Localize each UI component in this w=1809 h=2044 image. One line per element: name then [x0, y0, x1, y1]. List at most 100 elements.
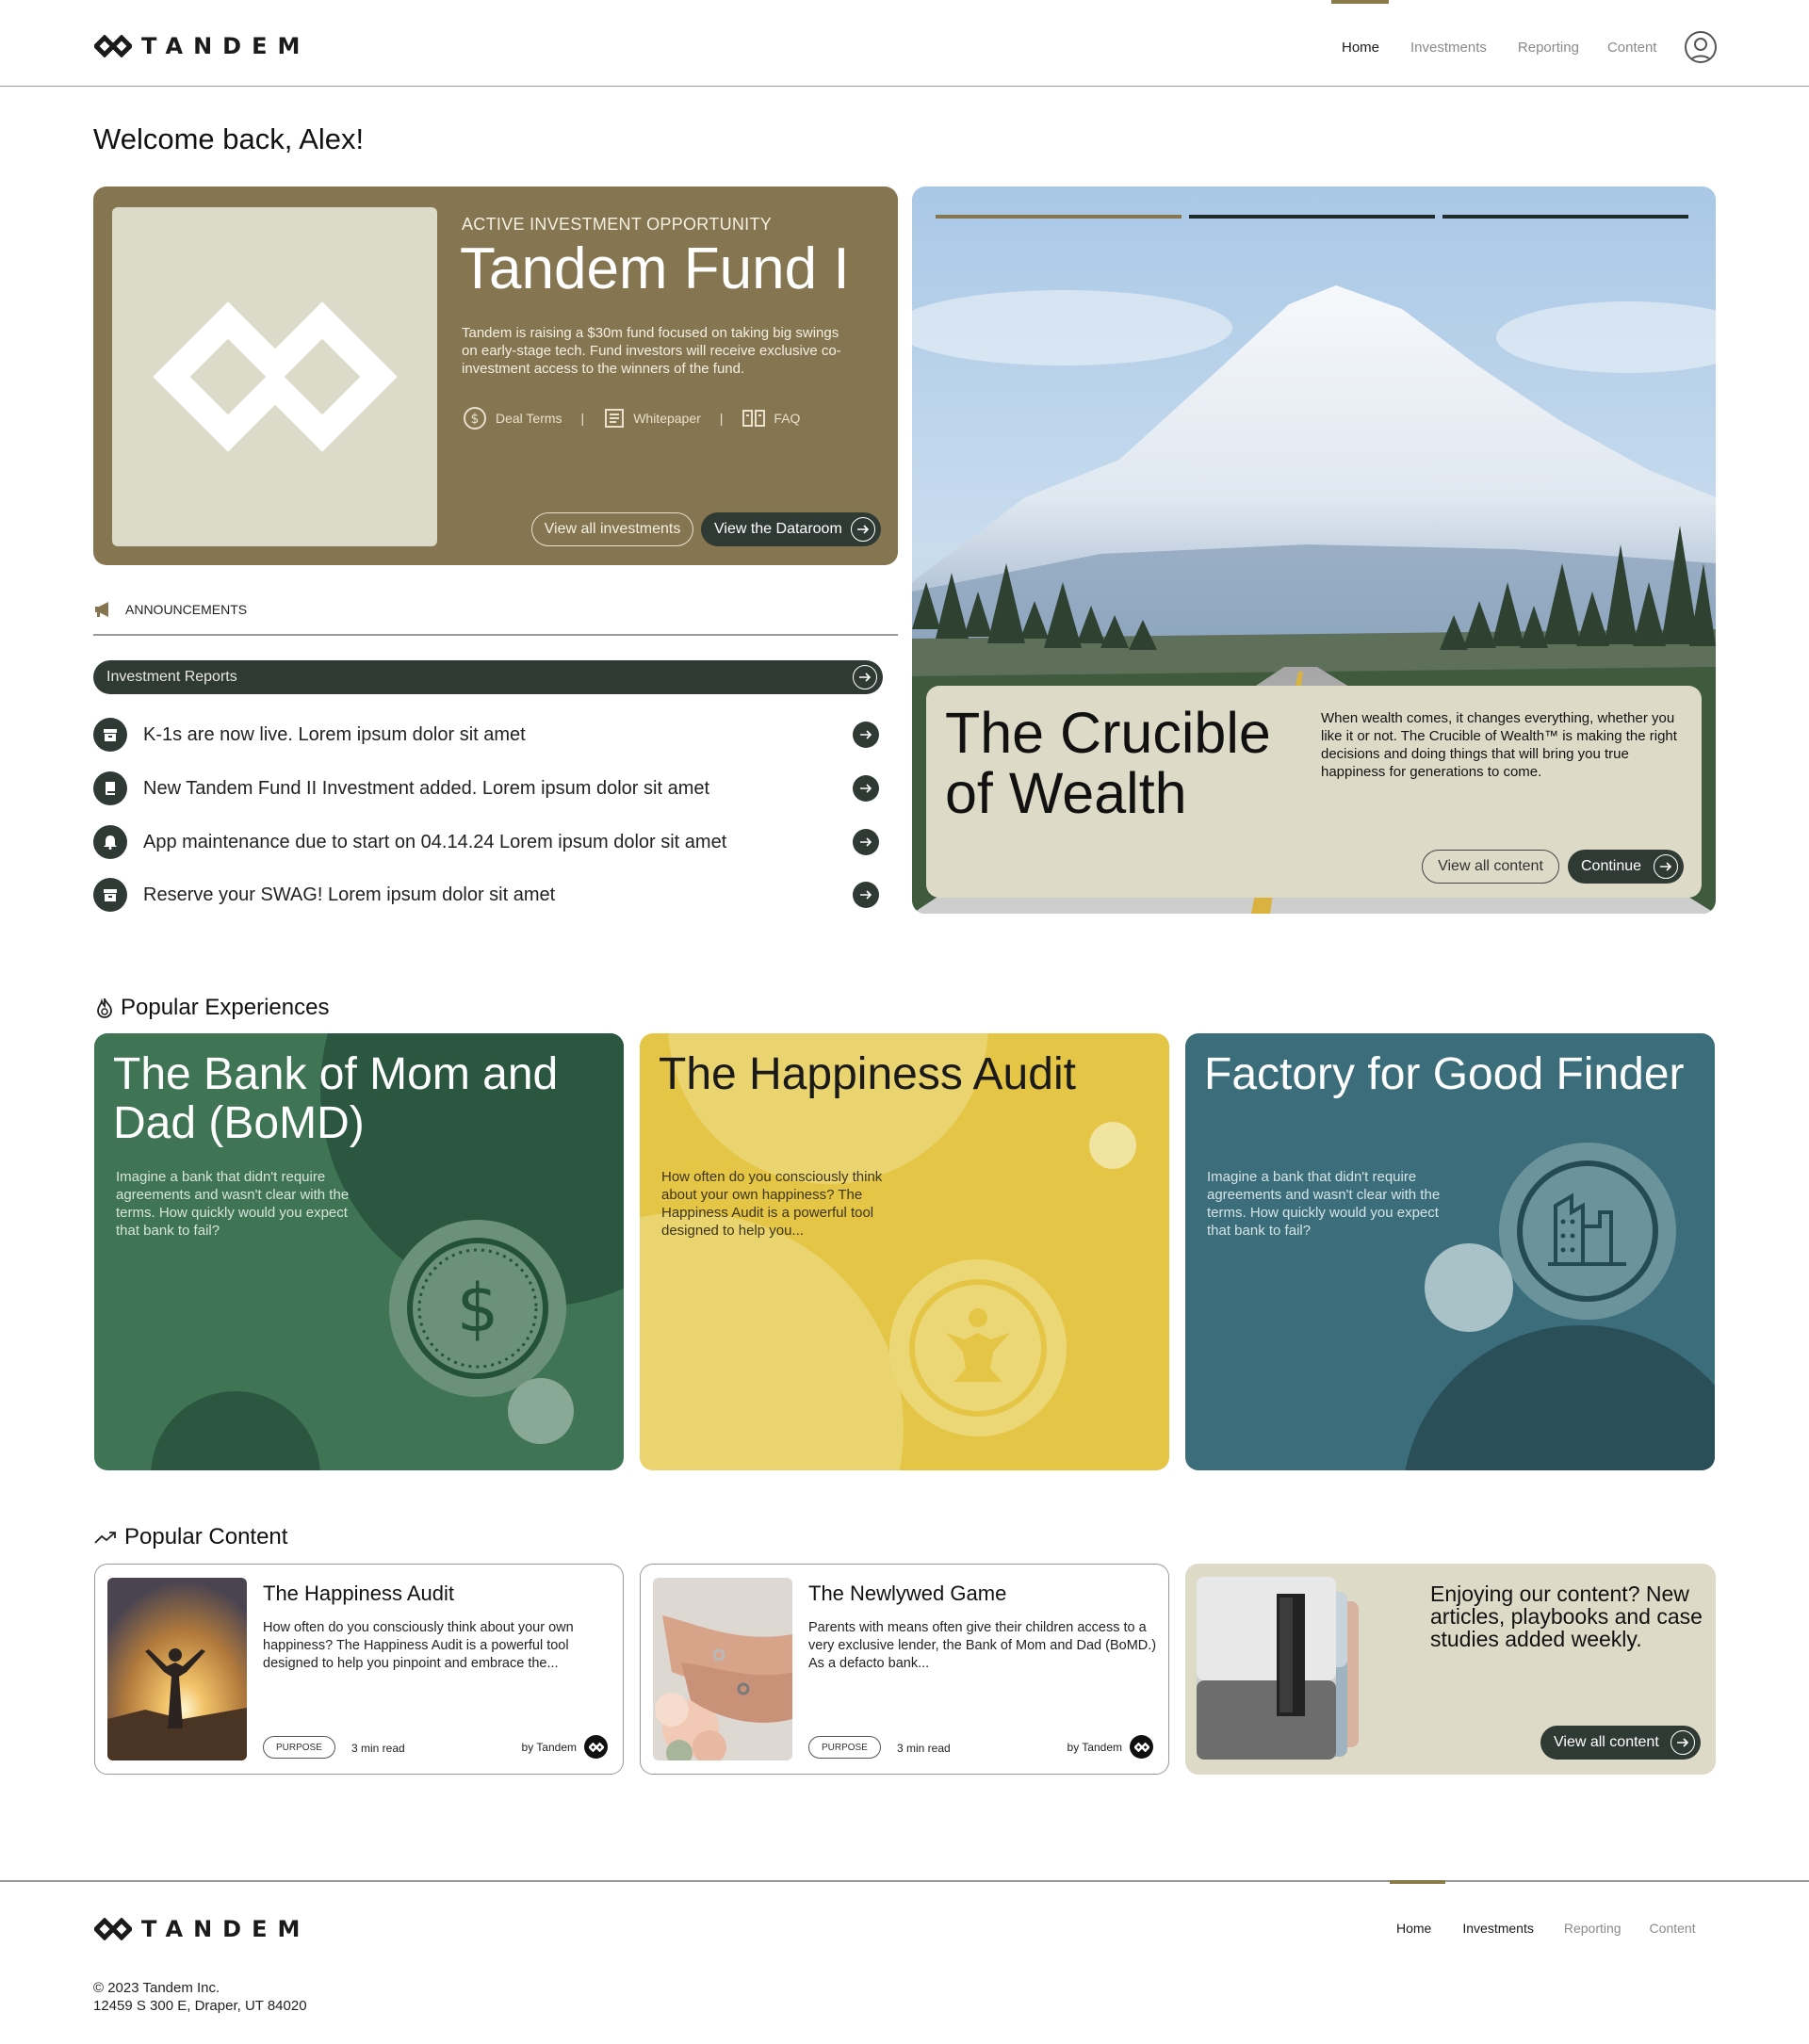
footer-nav-home[interactable]: Home: [1396, 1921, 1431, 1936]
arrow-right-icon: [1670, 1730, 1695, 1755]
footer-divider: [0, 1880, 1809, 1882]
content-tag[interactable]: PURPOSE: [808, 1736, 881, 1759]
svg-text:$: $: [471, 412, 480, 427]
whitepaper-label: Whitepaper: [633, 411, 701, 426]
svg-text:$: $: [457, 1270, 499, 1347]
view-all-investments-button[interactable]: View all investments: [531, 512, 693, 546]
nav-content[interactable]: Content: [1607, 40, 1657, 56]
main-nav: Home Investments Reporting Content: [1342, 40, 1656, 56]
footer-info: © 2023 Tandem Inc. 12459 S 300 E, Draper…: [93, 1979, 307, 2015]
announcements-label: ANNOUNCEMENTS: [125, 602, 248, 617]
content-promo-card: Enjoying our content? New articles, play…: [1185, 1564, 1716, 1775]
content-description: How often do you consciously think about…: [263, 1620, 574, 1671]
announcement-item[interactable]: New Tandem Fund II Investment added. Lor…: [93, 771, 883, 805]
arrow-right-icon: [851, 517, 875, 542]
popular-content-label: Popular Content: [124, 1524, 288, 1549]
announcement-text: K-1s are now live. Lorem ipsum dolor sit…: [143, 723, 526, 745]
fund-description: Tandem is raising a $30m fund focused on…: [462, 325, 841, 377]
announcement-text: App maintenance due to start on 04.14.24…: [143, 831, 727, 852]
view-all-content-button[interactable]: View all content: [1540, 1726, 1701, 1760]
faq-label: FAQ: [774, 411, 801, 426]
copyright-text: © 2023 Tandem Inc.: [93, 1980, 220, 1996]
view-all-content-button[interactable]: View all content: [1422, 850, 1559, 884]
tandem-mark-icon: [94, 35, 132, 57]
top-header: TANDEM Home Investments Reporting Conten…: [0, 0, 1809, 87]
experience-card-happiness-audit[interactable]: The Happiness Audit How often do you con…: [640, 1033, 1169, 1470]
bell-icon: [93, 825, 127, 859]
fund-links: $ Deal Terms | Whitepaper | FAQ: [462, 405, 800, 431]
experience-description: Imagine a bank that didn't require agree…: [1207, 1169, 1441, 1239]
view-dataroom-label: View the Dataroom: [714, 521, 842, 537]
experience-card-bomd[interactable]: $ The Bank of Mom and Dad (BoMD) Imagine…: [94, 1033, 624, 1470]
announcements-divider: [93, 634, 898, 636]
announcement-text: New Tandem Fund II Investment added. Lor…: [143, 777, 710, 799]
hero-info-card: The Crucible of Wealth When wealth comes…: [926, 686, 1702, 898]
announcement-text: Reserve your SWAG! Lorem ipsum dolor sit…: [143, 884, 556, 905]
arrow-right-icon[interactable]: [853, 722, 879, 748]
content-tag[interactable]: PURPOSE: [263, 1736, 335, 1759]
announcement-category-label: Investment Reports: [106, 669, 237, 685]
slide-progress-1[interactable]: [936, 215, 1182, 219]
archive-icon: [93, 718, 127, 752]
nav-reporting[interactable]: Reporting: [1518, 40, 1579, 56]
content-card-happiness-audit[interactable]: The Happiness Audit How often do you con…: [94, 1564, 624, 1775]
faq-link[interactable]: FAQ: [742, 408, 800, 429]
tandem-mark-icon: [584, 1735, 608, 1759]
announcement-item[interactable]: Reserve your SWAG! Lorem ipsum dolor sit…: [93, 878, 883, 912]
tandem-large-mark-icon: [152, 301, 398, 452]
megaphone-icon: [95, 602, 108, 617]
popular-experiences-heading: Popular Experiences: [96, 995, 329, 1021]
brand-wordmark: TANDEM: [141, 33, 311, 59]
announcement-item[interactable]: App maintenance due to start on 04.14.24…: [93, 825, 883, 859]
book-icon: [742, 410, 766, 427]
footer-nav-active-indicator: [1390, 1880, 1445, 1884]
announcement-item[interactable]: K-1s are now live. Lorem ipsum dolor sit…: [93, 718, 883, 752]
footer-brand-logo[interactable]: TANDEM: [94, 1916, 310, 1942]
content-author: by Tandem: [522, 1735, 608, 1759]
welcome-heading: Welcome back, Alex!: [93, 122, 365, 155]
author-label: by Tandem: [1067, 1740, 1122, 1754]
arrow-right-icon[interactable]: [853, 775, 879, 802]
footer-nav-reporting[interactable]: Reporting: [1564, 1921, 1622, 1936]
slide-progress-3[interactable]: [1442, 215, 1688, 219]
experience-card-factory-for-good[interactable]: Factory for Good Finder Imagine a bank t…: [1185, 1033, 1715, 1470]
popular-content-heading: Popular Content: [94, 1524, 287, 1550]
deal-terms-label: Deal Terms: [496, 411, 562, 426]
content-description: Parents with means often give their chil…: [808, 1620, 1157, 1671]
continue-button[interactable]: Continue: [1568, 850, 1684, 884]
tandem-mark-icon: [94, 1918, 132, 1940]
experience-description: Imagine a bank that didn't require agree…: [116, 1169, 350, 1239]
view-dataroom-button[interactable]: View the Dataroom: [701, 512, 881, 546]
author-label: by Tandem: [521, 1740, 577, 1754]
arrow-right-icon[interactable]: [853, 882, 879, 908]
deal-terms-link[interactable]: $ Deal Terms: [462, 405, 562, 431]
hero-title: The Crucible of Wealth: [945, 701, 1271, 825]
user-circle-icon[interactable]: [1685, 31, 1717, 63]
link-separator: |: [580, 411, 585, 426]
sunset-person-thumbnail: [107, 1578, 247, 1760]
wedding-hands-thumbnail: [653, 1578, 792, 1760]
content-card-newlywed-game[interactable]: The Newlywed Game Parents with means oft…: [640, 1564, 1169, 1775]
brand-logo[interactable]: TANDEM: [94, 33, 310, 59]
popular-experiences-label: Popular Experiences: [121, 995, 330, 1020]
nav-home[interactable]: Home: [1342, 40, 1379, 56]
experience-title: The Happiness Audit: [659, 1049, 1076, 1099]
experience-title: The Bank of Mom and Dad (BoMD): [113, 1049, 559, 1148]
promo-text: Enjoying our content? New articles, play…: [1430, 1582, 1703, 1651]
whitepaper-link[interactable]: Whitepaper: [603, 407, 701, 430]
slide-progress-2[interactable]: [1189, 215, 1435, 219]
fund-kicker: ACTIVE INVESTMENT OPPORTUNITY: [462, 215, 773, 234]
archive-icon: [93, 878, 127, 912]
arrow-right-icon[interactable]: [853, 829, 879, 855]
link-separator: |: [719, 411, 724, 426]
nav-investments[interactable]: Investments: [1410, 40, 1487, 56]
hero-description: When wealth comes, it changes everything…: [1321, 710, 1677, 780]
view-all-content-label: View all content: [1554, 1734, 1659, 1750]
read-time: 3 min read: [351, 1742, 405, 1755]
footer-nav: Home Investments Reporting Content: [1396, 1921, 1696, 1936]
announcement-category-bar[interactable]: Investment Reports: [93, 660, 883, 694]
footer-nav-investments[interactable]: Investments: [1462, 1921, 1533, 1936]
content-title: The Newlywed Game: [808, 1582, 1007, 1605]
dollar-circle-icon: $: [464, 407, 486, 430]
footer-nav-content[interactable]: Content: [1650, 1921, 1696, 1936]
